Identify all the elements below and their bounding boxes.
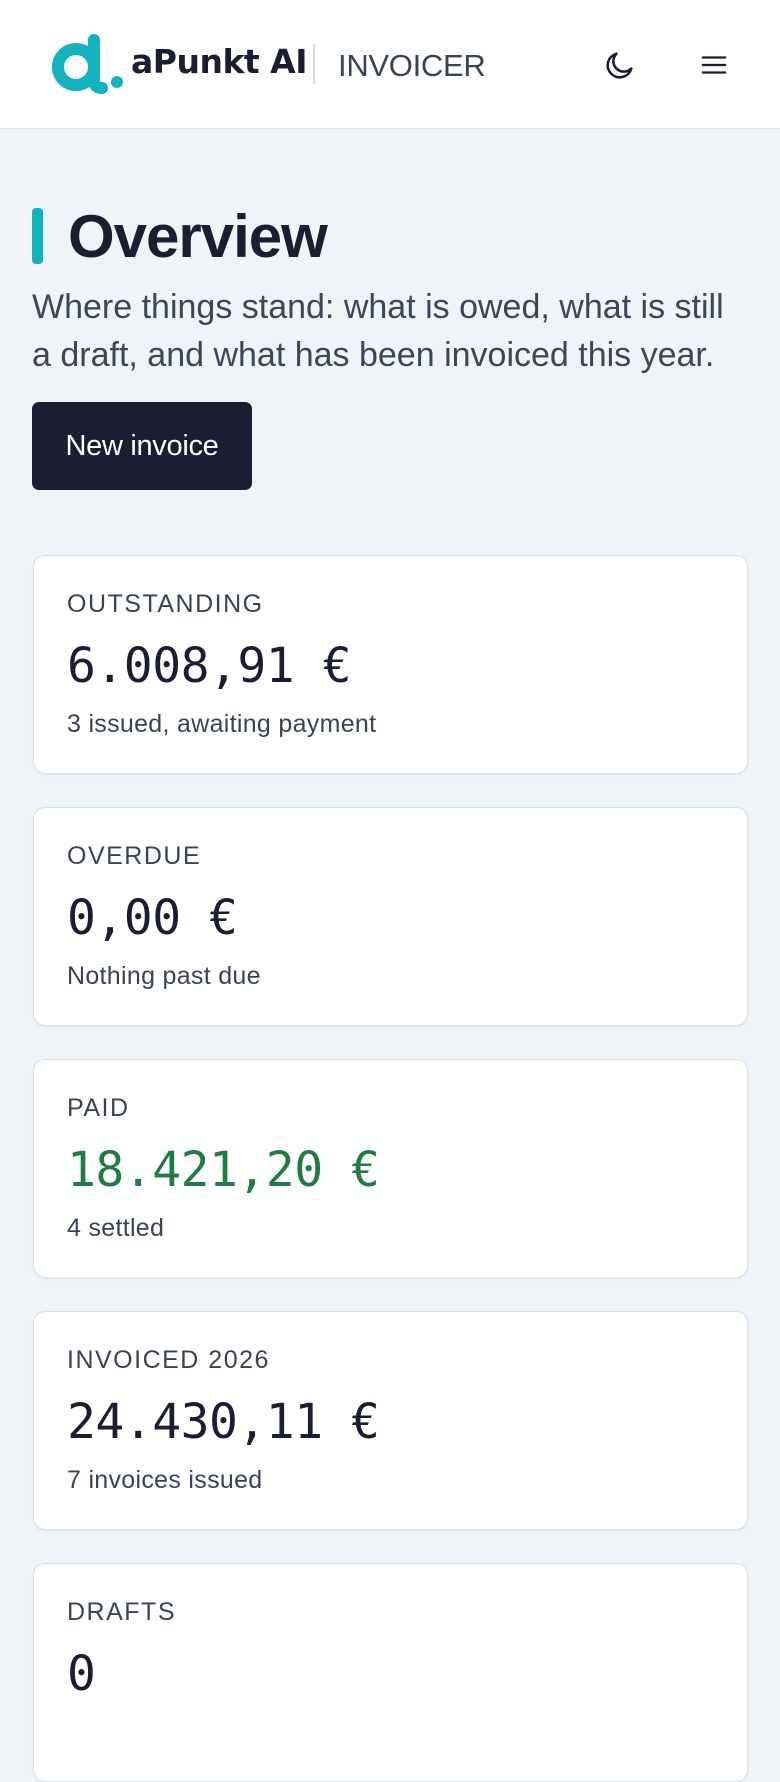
paid-card[interactable]: PAID 18.421,20 € 4 settled: [33, 1059, 748, 1278]
card-note: 7 invoices issued: [67, 1466, 263, 1494]
page-subtitle: Where things stand: what is owed, what i…: [32, 288, 724, 374]
invoiced-year-card[interactable]: INVOICED 2026 24.430,11 € 7 invoices iss…: [33, 1311, 748, 1530]
card-note: Nothing past due: [67, 962, 261, 990]
hamburger-menu-icon: [701, 56, 727, 74]
page-title: Overview: [32, 201, 328, 271]
card-note: 3 issued, awaiting payment: [67, 710, 377, 738]
card-value: 0: [67, 1646, 96, 1702]
card-value: 0,00 €: [67, 890, 238, 946]
card-label: OUTSTANDING: [67, 590, 264, 618]
overdue-card[interactable]: OVERDUE 0,00 € Nothing past due: [33, 807, 748, 1026]
card-label: OVERDUE: [67, 842, 202, 870]
new-invoice-button[interactable]: New invoice: [32, 402, 252, 490]
card-value: 24.430,11 €: [67, 1394, 380, 1450]
moon-icon: [606, 52, 633, 79]
drafts-card[interactable]: DRAFTS 0: [33, 1563, 748, 1782]
card-note: 4 settled: [67, 1214, 165, 1242]
card-label: PAID: [67, 1094, 130, 1122]
theme-toggle-button[interactable]: [597, 42, 643, 88]
page-title-text: Overview: [68, 202, 328, 270]
outstanding-card[interactable]: OUTSTANDING 6.008,91 € 3 issued, awaitin…: [33, 555, 748, 774]
card-label: INVOICED 2026: [67, 1346, 270, 1374]
app-name: INVOICER: [338, 48, 486, 83]
brand-name: aPunkt AI: [131, 42, 307, 81]
card-label: DRAFTS: [67, 1598, 176, 1626]
apunkt-logo-icon[interactable]: [50, 34, 128, 94]
brand-divider: [313, 44, 315, 84]
card-value: 6.008,91 €: [67, 638, 351, 694]
card-value: 18.421,20 €: [67, 1142, 380, 1198]
top-bar: aPunkt AI INVOICER: [0, 0, 780, 129]
menu-button[interactable]: [691, 42, 737, 88]
title-accent-bar: [32, 208, 43, 264]
